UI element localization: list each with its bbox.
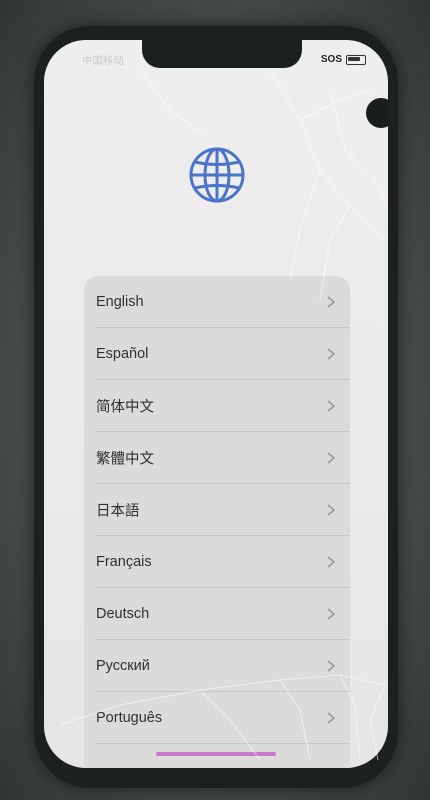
language-label: Français <box>96 554 152 570</box>
language-label: Português <box>96 710 163 726</box>
language-label: Русский <box>96 658 150 674</box>
language-item-german[interactable]: Deutsch <box>84 588 350 640</box>
language-item-portuguese[interactable]: Português <box>84 692 350 744</box>
battery-icon <box>346 54 366 65</box>
chevron-right-icon <box>327 452 336 464</box>
sos-label: SOS <box>320 54 342 65</box>
chevron-right-icon <box>327 296 336 308</box>
language-label: 简体中文 <box>96 399 154 416</box>
language-item-english[interactable]: English <box>84 276 350 328</box>
chevron-right-icon <box>327 608 336 620</box>
language-item-simplified-chinese[interactable]: 简体中文 <box>84 380 350 432</box>
language-label: 日本語 <box>96 503 140 520</box>
language-label: Deutsch <box>96 606 150 622</box>
language-list: English Español 简体中文 繁體中文 日本語 Français D… <box>84 276 350 768</box>
status-indicators: SOS <box>321 54 366 65</box>
chevron-right-icon <box>327 400 336 412</box>
language-item-russian[interactable]: Русский <box>84 640 350 692</box>
setup-screen: 中国移动 SOS English Español 简体中文 繁體中文 日本語 F… <box>44 40 388 768</box>
carrier-label: 中国移动 <box>82 56 124 67</box>
language-item-traditional-chinese[interactable]: 繁體中文 <box>84 432 350 484</box>
chevron-right-icon <box>327 348 336 360</box>
language-item-french[interactable]: Français <box>84 536 350 588</box>
chevron-right-icon <box>327 712 336 724</box>
divider <box>96 743 350 744</box>
globe-icon <box>189 147 245 203</box>
camera-hole <box>366 98 388 128</box>
home-indicator[interactable] <box>156 752 276 756</box>
language-label: Español <box>96 346 149 362</box>
language-item-japanese[interactable]: 日本語 <box>84 484 350 536</box>
language-label: English <box>96 294 144 310</box>
language-label: 繁體中文 <box>96 451 154 468</box>
notch <box>142 40 302 68</box>
chevron-right-icon <box>327 660 336 672</box>
chevron-right-icon <box>327 504 336 516</box>
chevron-right-icon <box>327 556 336 568</box>
language-item-spanish[interactable]: Español <box>84 328 350 380</box>
